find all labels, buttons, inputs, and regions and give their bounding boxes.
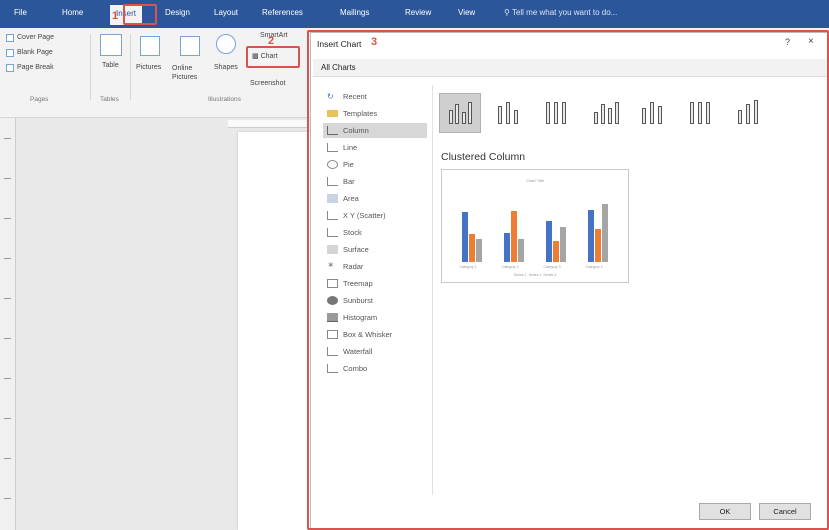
group-divider xyxy=(130,34,131,100)
pictures-icon xyxy=(140,36,160,56)
cover-page-icon xyxy=(6,34,14,42)
tab-references[interactable]: References xyxy=(262,8,303,17)
ruler-tick xyxy=(4,218,11,219)
lightbulb-icon: ⚲ xyxy=(504,8,510,17)
table-icon xyxy=(100,34,122,56)
tell-me-text: Tell me what you want to do... xyxy=(511,8,618,17)
ruler-tick xyxy=(4,498,11,499)
callout-number-2: 2 xyxy=(268,35,275,47)
tab-review[interactable]: Review xyxy=(405,8,431,17)
ruler-tick xyxy=(4,258,11,259)
callout-box-insert xyxy=(123,4,157,25)
blank-page-icon xyxy=(6,49,14,57)
ruler-tick xyxy=(4,298,11,299)
tab-file[interactable]: File xyxy=(14,8,27,17)
group-divider xyxy=(90,34,91,100)
tell-me-box[interactable]: ⚲ Tell me what you want to do... xyxy=(504,8,617,17)
online-pictures-button[interactable]: Online Pictures xyxy=(172,64,202,82)
horizontal-ruler xyxy=(228,120,308,128)
screenshot-button[interactable]: Screenshot xyxy=(250,80,285,87)
blank-page-button[interactable]: Blank Page xyxy=(17,49,53,56)
callout-box-dialog xyxy=(307,30,829,530)
callout-box-chart xyxy=(246,46,300,68)
group-label-pages: Pages xyxy=(30,96,49,103)
document-page[interactable] xyxy=(238,132,310,530)
page-break-icon xyxy=(6,64,14,72)
tab-home[interactable]: Home xyxy=(62,8,83,17)
page-break-button[interactable]: Page Break xyxy=(17,64,54,71)
word-window: File Home Insert Design Layout Reference… xyxy=(0,0,829,530)
group-label-illustrations: Illustrations xyxy=(208,96,241,103)
vertical-ruler xyxy=(0,118,16,530)
ruler-tick xyxy=(4,178,11,179)
tab-view[interactable]: View xyxy=(458,8,475,17)
ruler-tick xyxy=(4,378,11,379)
ruler-tick xyxy=(4,418,11,419)
pictures-button[interactable]: Pictures xyxy=(136,64,161,71)
cover-page-button[interactable]: Cover Page xyxy=(17,34,54,41)
ruler-tick xyxy=(4,138,11,139)
callout-number-1: 1 xyxy=(112,10,119,22)
group-label-tables: Tables xyxy=(100,96,119,103)
tab-design[interactable]: Design xyxy=(165,8,190,17)
tab-mailings[interactable]: Mailings xyxy=(340,8,369,17)
ruler-tick xyxy=(4,458,11,459)
table-button[interactable]: Table xyxy=(102,62,119,69)
tab-layout[interactable]: Layout xyxy=(214,8,238,17)
ruler-tick xyxy=(4,338,11,339)
shapes-icon xyxy=(216,34,236,54)
online-pictures-icon xyxy=(180,36,200,56)
shapes-button[interactable]: Shapes xyxy=(214,64,238,71)
